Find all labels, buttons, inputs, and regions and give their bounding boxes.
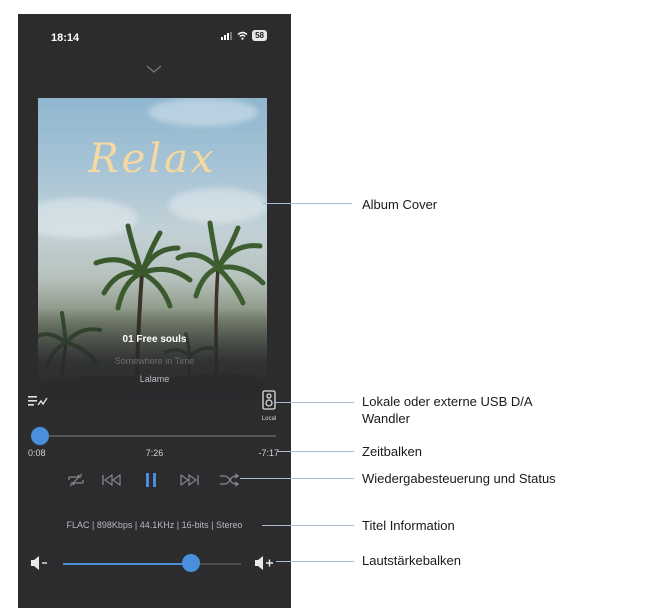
label-album-cover: Album Cover [362,197,438,212]
speaker-icon [262,390,276,410]
volume-bar[interactable] [63,554,241,572]
seek-thumb[interactable] [31,427,50,445]
callout-line [240,478,354,479]
signal-icon [221,31,233,40]
track-title: 01 Free souls [122,334,187,345]
callout-line [262,203,352,204]
album-cover: Relax [38,98,267,398]
output-device-button[interactable]: Local [254,390,284,422]
next-icon [180,474,199,486]
status-bar: 18:14 58 [18,14,291,54]
track-artist: Lalame [139,374,170,384]
label-time-bar: Zeitbalken [362,444,422,459]
repeat-button[interactable] [66,468,86,492]
label-volume-bar: Lautstärkebalken [362,553,462,568]
pause-button[interactable] [142,468,160,492]
label-title-info: Titel Information [362,518,455,533]
time-total: 7:26 [145,448,164,458]
label-controls: Wiedergabesteuerung und Status [362,471,556,486]
pause-icon [146,473,156,487]
repeat-off-icon [68,473,84,487]
time-remaining: -7:17 [258,448,279,458]
player-screen: 18:14 58 Relax 01 Free souls Somewhere i… [18,14,291,608]
callout-line [276,561,354,562]
callout-line [274,402,354,403]
output-device-label: Local [261,416,277,422]
previous-icon [102,474,121,486]
track-album: Somewhere in Time [114,356,195,366]
status-icons: 58 [221,30,267,41]
battery-indicator: 58 [252,30,267,41]
queue-icon[interactable] [27,394,49,410]
status-time: 18:14 [51,32,80,44]
file-info: FLAC | 898Kbps | 44.1KHz | 16-bits | Ste… [66,520,243,530]
callout-line [262,525,354,526]
volume-thumb[interactable] [182,554,201,572]
volume-up-icon[interactable] [254,555,276,571]
chevron-down-icon[interactable] [144,64,164,74]
volume-down-icon[interactable] [30,555,50,571]
callout-line [278,451,354,452]
volume-fill [63,563,192,565]
label-dac-line1: Lokale oder externe USB D/A [362,394,533,409]
label-dac-line2: Wandler [362,411,410,426]
shuffle-button[interactable] [218,468,240,492]
wifi-icon [237,31,248,40]
previous-button[interactable] [101,468,123,492]
next-button[interactable] [178,468,200,492]
seek-bar[interactable] [31,427,276,445]
playback-controls [66,468,240,492]
cover-shade [38,308,267,398]
shuffle-icon [220,473,239,487]
